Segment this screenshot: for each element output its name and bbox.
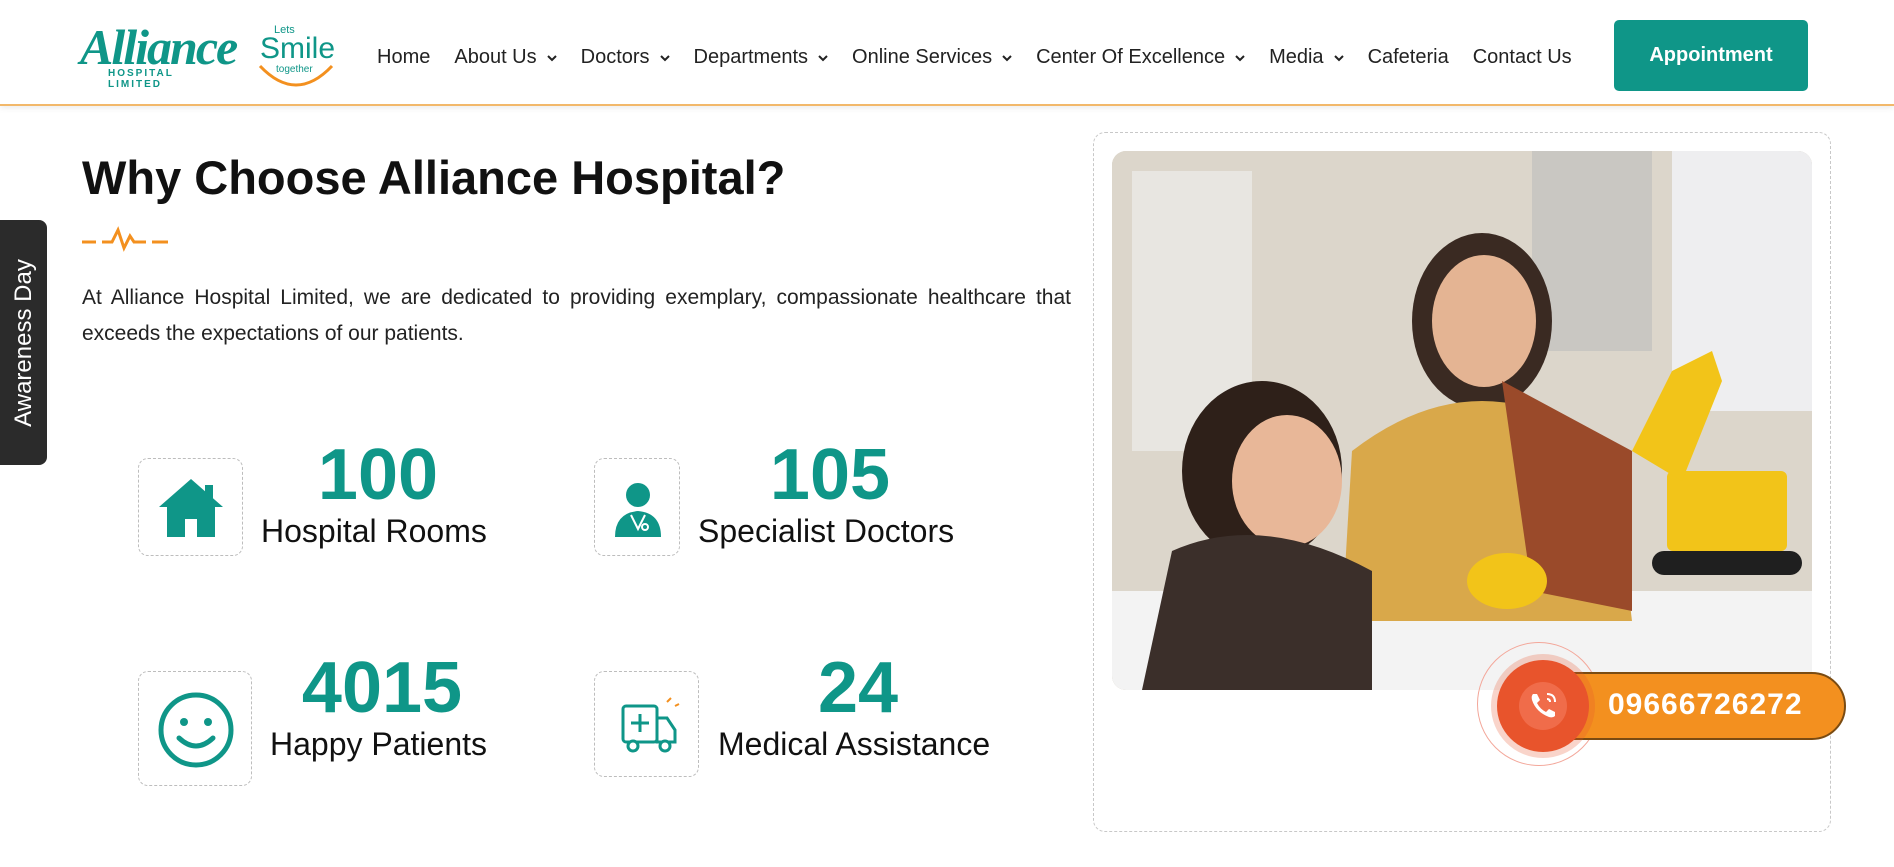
stat-label: Medical Assistance bbox=[718, 726, 991, 762]
chevron-down-icon bbox=[546, 54, 557, 61]
nav-about-us[interactable]: About Us bbox=[454, 46, 557, 69]
section-title: Why Choose Alliance Hospital? bbox=[82, 151, 786, 204]
mother-daughter-photo bbox=[1112, 151, 1812, 690]
section-description: At Alliance Hospital Limited, we are ded… bbox=[82, 286, 1071, 345]
phone-icon bbox=[1519, 682, 1567, 730]
nav-home[interactable]: Home bbox=[377, 46, 430, 69]
nav-contact-us[interactable]: Contact Us bbox=[1473, 46, 1572, 69]
chevron-down-icon bbox=[659, 54, 670, 61]
phone-number[interactable]: 09666726272 bbox=[1608, 688, 1803, 722]
heartbeat-divider-icon bbox=[82, 226, 168, 252]
doctor-icon bbox=[615, 483, 661, 537]
nav-label: Home bbox=[377, 46, 431, 68]
nav-media[interactable]: Media bbox=[1269, 46, 1344, 69]
alliance-logo[interactable]: Alliance HOSPITAL LIMITED bbox=[80, 16, 238, 90]
appointment-button[interactable]: Appointment bbox=[1614, 20, 1808, 91]
stat-label: Happy Patients bbox=[270, 726, 488, 762]
nav-label: Center Of Excellence bbox=[1036, 46, 1226, 68]
stat-label: Specialist Doctors bbox=[698, 513, 955, 549]
awareness-day-label: Awareness Day bbox=[9, 258, 37, 427]
chevron-down-icon bbox=[818, 54, 828, 61]
stat-icon-box bbox=[594, 671, 699, 777]
lets-smile-logo: Lets Smile together bbox=[256, 20, 336, 90]
awareness-day-tab[interactable]: Awareness Day bbox=[0, 220, 47, 465]
stat-number: 105 bbox=[769, 435, 891, 515]
nav-label: Online Services bbox=[852, 46, 993, 68]
stat-icon-box bbox=[138, 671, 252, 786]
nav-label: About Us bbox=[454, 46, 537, 68]
nav-cafeteria[interactable]: Cafeteria bbox=[1368, 46, 1449, 69]
stat-number: 4015 bbox=[301, 648, 463, 728]
chevron-down-icon bbox=[1235, 54, 1245, 61]
smile-arc-icon bbox=[258, 64, 334, 87]
stat-number: 24 bbox=[817, 648, 899, 728]
site-header: Alliance HOSPITAL LIMITED Lets Smile tog… bbox=[0, 0, 1894, 106]
main-nav: Home About Us Doctors Departments Online… bbox=[377, 46, 1596, 69]
nav-departments[interactable]: Departments bbox=[694, 46, 829, 69]
phone-call-button[interactable] bbox=[1497, 660, 1589, 752]
ambulance-icon bbox=[621, 697, 680, 753]
nav-online-services[interactable]: Online Services bbox=[852, 46, 1012, 69]
chevron-down-icon bbox=[1333, 54, 1344, 61]
nav-doctors[interactable]: Doctors bbox=[581, 46, 670, 69]
nav-label: Media bbox=[1269, 46, 1324, 68]
stat-label: Hospital Rooms bbox=[261, 513, 487, 549]
nav-center-of-excellence[interactable]: Center Of Excellence bbox=[1036, 46, 1245, 69]
nav-label: Doctors bbox=[580, 46, 650, 68]
stat-number: 100 bbox=[317, 435, 439, 515]
photo-illustration bbox=[1112, 151, 1812, 690]
logo-subtext: HOSPITAL LIMITED bbox=[108, 68, 174, 90]
chevron-down-icon bbox=[1002, 54, 1012, 61]
house-icon bbox=[159, 479, 223, 537]
stat-icon-box bbox=[594, 458, 680, 556]
nav-label: Cafeteria bbox=[1367, 46, 1449, 68]
smiley-icon bbox=[158, 692, 234, 768]
nav-label: Contact Us bbox=[1472, 46, 1572, 68]
stat-icon-box bbox=[138, 458, 243, 556]
nav-label: Departments bbox=[693, 46, 809, 68]
